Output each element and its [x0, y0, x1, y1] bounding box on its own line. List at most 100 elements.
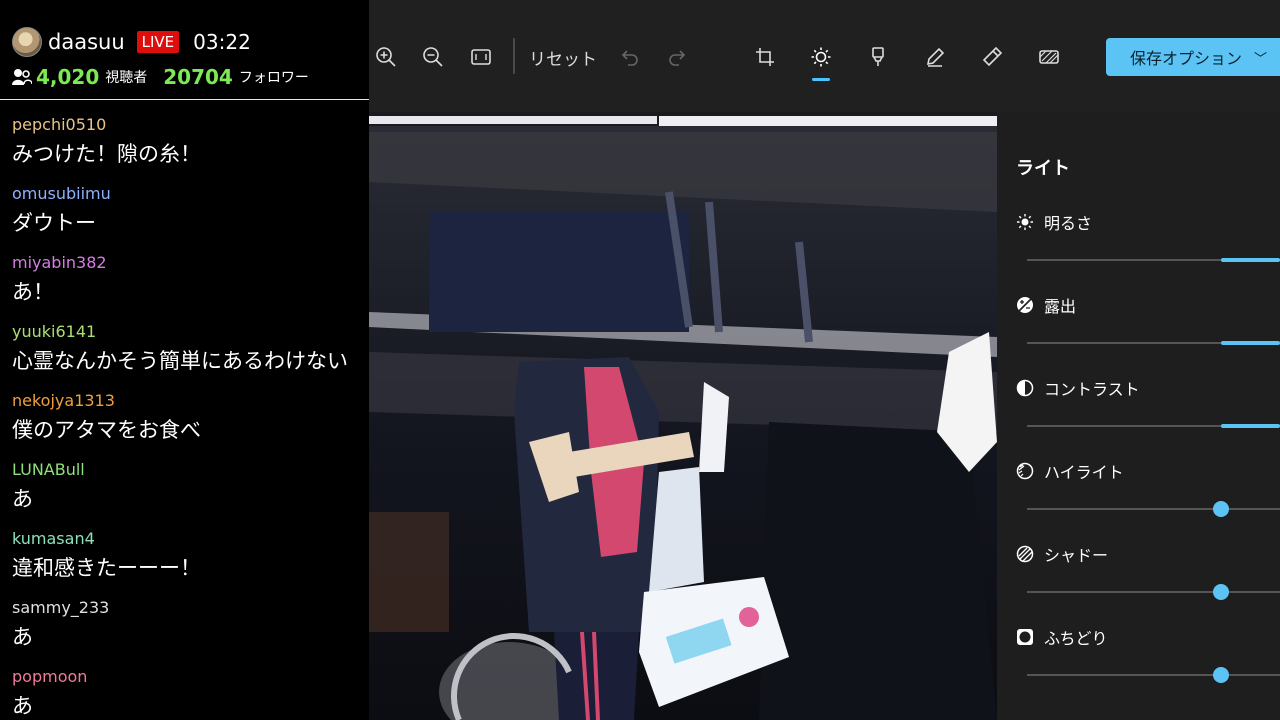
zoom-out-button[interactable]	[416, 40, 450, 74]
stream-stats: 4,020 視聴者 20704 フォロワー	[12, 64, 309, 90]
adjust-button[interactable]	[804, 40, 838, 74]
chat-text: あ	[12, 487, 33, 511]
chat-text: みつけた！隙の糸！	[12, 142, 201, 166]
spot-fix-icon	[982, 46, 1003, 67]
background-blur-icon	[1039, 50, 1059, 64]
contrast-label: コントラスト	[1044, 380, 1140, 399]
reset-button[interactable]: リセット	[529, 42, 597, 72]
highlights-label: ハイライト	[1044, 463, 1124, 482]
toolbar-divider	[513, 38, 515, 74]
fit-screen-button[interactable]	[464, 40, 498, 74]
filter-icon	[872, 47, 884, 66]
exposure-icon	[1017, 297, 1033, 313]
chevron-down-icon: ﹀	[1254, 51, 1268, 67]
contrast-slider[interactable]	[1027, 424, 1280, 428]
vignette-label: ふちどり	[1044, 629, 1108, 648]
chat-text: あ	[12, 625, 33, 649]
vignette-slider[interactable]	[1027, 667, 1280, 683]
fit-screen-icon	[471, 49, 491, 65]
chat-list: pepchi0510 みつけた！隙の糸！ omusubiimu ダウトー miy…	[12, 112, 369, 720]
avatar[interactable]	[12, 27, 42, 57]
chat-message: kumasan4 違和感きたーーー！	[12, 526, 369, 595]
highlights-slider-thumb[interactable]	[1213, 501, 1229, 517]
zoom-out-icon	[423, 47, 443, 67]
zoom-in-icon	[376, 47, 396, 67]
chat-username[interactable]: nekojya1313	[12, 388, 369, 414]
adjust-panel: ライト 明るさ 露出 コントラスト ハイライト シャドー ふちどり	[997, 112, 1280, 720]
exposure-slider[interactable]	[1027, 341, 1280, 345]
shadows-slider-thumb[interactable]	[1213, 584, 1229, 600]
contrast-control: コントラスト	[1016, 376, 1280, 446]
live-badge: LIVE	[136, 31, 180, 53]
chat-username[interactable]: kumasan4	[12, 526, 369, 552]
chat-message: yuuki6141 心霊なんかそう簡単にあるわけない	[12, 319, 369, 388]
active-tool-indicator	[812, 78, 830, 81]
photo-preview	[369, 112, 997, 720]
crop-icon	[756, 48, 774, 66]
background-blur-button[interactable]	[1032, 40, 1066, 74]
chat-message: popmoon あ	[12, 664, 369, 720]
streamer-row: daasuu LIVE 03:22	[12, 26, 251, 58]
shadows-icon	[1016, 545, 1034, 563]
chat-username[interactable]: sammy_233	[12, 595, 369, 621]
chat-text: ダウトー	[12, 211, 96, 235]
stream-header: daasuu LIVE 03:22 4,020 視聴者 20704 フォロワー	[0, 0, 369, 100]
redo-button[interactable]	[660, 40, 694, 74]
markup-icon	[926, 47, 945, 67]
brightness-slider[interactable]	[1027, 258, 1280, 262]
sun-icon	[1017, 214, 1033, 230]
viewer-label: 視聴者	[105, 70, 148, 86]
editor-toolbar: リセット 保存オプション ﹀	[369, 0, 1280, 112]
streamer-name[interactable]: daasuu	[48, 30, 125, 54]
undo-button[interactable]	[613, 40, 647, 74]
save-options-label: 保存オプション	[1130, 49, 1243, 68]
vignette-control: ふちどり	[1016, 625, 1280, 695]
chat-username[interactable]: miyabin382	[12, 250, 369, 276]
zoom-in-button[interactable]	[369, 40, 403, 74]
chat-message: nekojya1313 僕のアタマをお食べ	[12, 388, 369, 457]
highlights-control: ハイライト	[1016, 459, 1280, 529]
chat-text: 心霊なんかそう簡単にあるわけない	[12, 349, 348, 373]
shadows-label: シャドー	[1044, 546, 1109, 565]
undo-icon	[621, 50, 638, 66]
brightness-label: 明るさ	[1044, 214, 1093, 233]
stream-chat-panel: daasuu LIVE 03:22 4,020 視聴者 20704 フォロワー …	[0, 0, 369, 720]
highlights-icon	[1016, 462, 1034, 480]
chat-username[interactable]: yuuki6141	[12, 319, 369, 345]
redo-icon	[669, 50, 686, 66]
chat-text: 僕のアタマをお食べ	[12, 418, 201, 442]
shadows-control: シャドー	[1016, 542, 1280, 612]
markup-button[interactable]	[918, 40, 952, 74]
exposure-label: 露出	[1044, 297, 1077, 316]
vignette-slider-thumb[interactable]	[1213, 667, 1229, 683]
chat-message: omusubiimu ダウトー	[12, 181, 369, 250]
contrast-icon	[1016, 379, 1034, 397]
image-canvas[interactable]	[369, 112, 997, 720]
save-options-button[interactable]: 保存オプション ﹀	[1106, 38, 1280, 76]
chat-message: pepchi0510 みつけた！隙の糸！	[12, 112, 369, 181]
viewers-icon	[12, 69, 32, 85]
follower-count: 20704	[163, 65, 233, 89]
elapsed-time: 03:22	[193, 30, 251, 54]
highlights-slider[interactable]	[1027, 501, 1280, 517]
chat-username[interactable]: omusubiimu	[12, 181, 369, 207]
exposure-control: 露出	[1016, 293, 1280, 363]
shadows-slider[interactable]	[1027, 584, 1280, 600]
chat-text: あ！	[12, 280, 54, 304]
spot-fix-button[interactable]	[975, 40, 1009, 74]
brightness-icon	[811, 47, 831, 67]
viewer-count: 4,020	[36, 65, 100, 89]
vignette-icon	[1017, 629, 1033, 645]
filter-button[interactable]	[861, 40, 895, 74]
chat-text: あ	[12, 694, 33, 718]
chat-message: miyabin382 あ！	[12, 250, 369, 319]
light-section-title: ライト	[1016, 158, 1070, 179]
chat-username[interactable]: pepchi0510	[12, 112, 369, 138]
chat-username[interactable]: LUNABull	[12, 457, 369, 483]
crop-button[interactable]	[748, 40, 782, 74]
follower-label: フォロワー	[238, 70, 309, 86]
chat-message: sammy_233 あ	[12, 595, 369, 664]
chat-message: LUNABull あ	[12, 457, 369, 526]
brightness-control: 明るさ	[1016, 210, 1280, 280]
chat-username[interactable]: popmoon	[12, 664, 369, 690]
